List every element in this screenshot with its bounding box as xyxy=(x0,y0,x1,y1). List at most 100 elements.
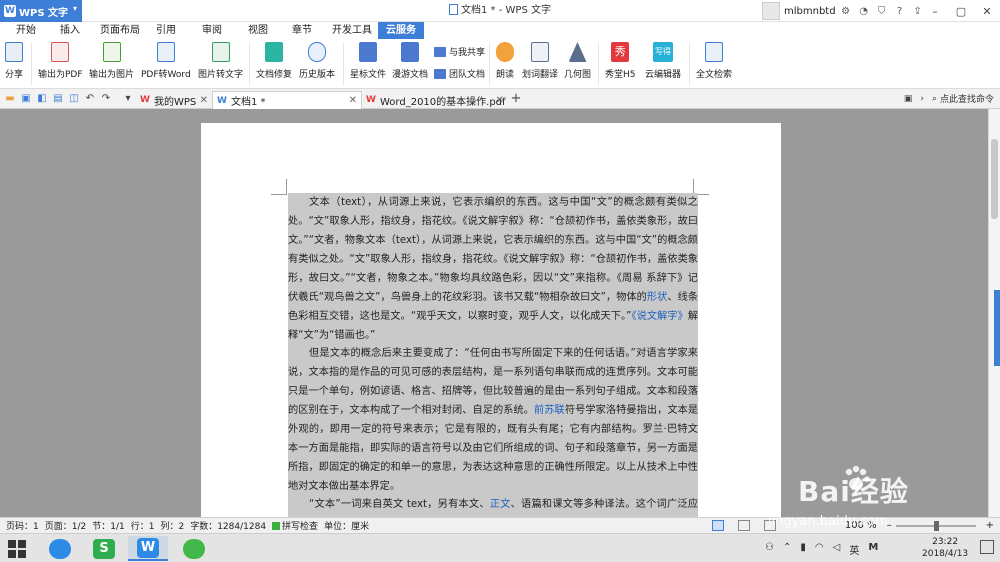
roaming-doc-button[interactable]: 漫游文档 xyxy=(392,42,428,80)
unit-indicator[interactable]: 单位：厘米 xyxy=(324,519,369,532)
shirt-icon[interactable]: ⛉ xyxy=(874,2,890,20)
network-icon[interactable]: ◠ xyxy=(815,542,824,557)
clock[interactable]: 23:22 2018/4/13 xyxy=(922,536,968,560)
ribbon-separator xyxy=(343,43,344,85)
export-image-button[interactable]: 输出为图片 xyxy=(89,42,134,80)
close-icon[interactable]: ✕ xyxy=(974,0,1000,22)
close-tab-icon[interactable]: ✕ xyxy=(349,95,357,106)
link[interactable]: 正文 xyxy=(490,499,511,510)
fulltext-search-icon xyxy=(705,42,723,62)
tab-start[interactable]: 开始 xyxy=(8,22,44,39)
zoom-slider-knob[interactable] xyxy=(933,520,939,531)
link[interactable]: 《说文解字》 xyxy=(631,311,687,322)
shared-with-me-button[interactable]: 与我共享 xyxy=(434,45,485,58)
windows-start-icon[interactable] xyxy=(8,540,26,558)
print-icon[interactable]: ▤ xyxy=(52,93,64,105)
tab-review[interactable]: 审阅 xyxy=(194,22,230,39)
export-pdf-button[interactable]: 输出为PDF xyxy=(38,42,83,80)
tab-document-1[interactable]: W 文档1 * ✕ xyxy=(212,91,362,109)
column-indicator: 列：2 xyxy=(160,522,185,532)
share-button[interactable]: 分享 xyxy=(5,42,23,80)
cloud-editor-button[interactable]: 写得 云编辑器 xyxy=(645,42,681,80)
chevron-down-icon[interactable]: ▾ xyxy=(122,93,134,105)
people-icon[interactable]: ⚇ xyxy=(765,542,774,557)
star-file-button[interactable]: 星标文件 xyxy=(350,42,386,80)
show-hidden-icon[interactable]: ⌃ xyxy=(783,542,791,557)
battery-icon[interactable]: ▮ xyxy=(800,542,806,557)
find-command-box[interactable]: ▣ › ⌕ 点此查找命令 xyxy=(904,92,994,106)
app-menu-button[interactable]: W WPS 文字 ▾ xyxy=(0,0,82,22)
full-screen-view-button[interactable] xyxy=(738,520,750,531)
zoom-in-icon[interactable]: + xyxy=(986,520,994,531)
ime-indicator[interactable]: M xyxy=(868,542,878,557)
geometry-button[interactable]: 几何图 xyxy=(564,42,591,80)
avatar[interactable] xyxy=(762,2,780,20)
zoom-slider[interactable] xyxy=(895,520,976,531)
translate-button[interactable]: 划词翻译 xyxy=(522,42,558,80)
tab-page-layout[interactable]: 页面布局 xyxy=(92,22,148,39)
tab-view[interactable]: 视图 xyxy=(240,22,276,39)
zoom-level[interactable]: 100 % xyxy=(845,520,877,531)
tab-insert[interactable]: 插入 xyxy=(52,22,88,39)
new-tab-button[interactable]: + xyxy=(510,92,522,105)
restore-icon[interactable]: ▢ xyxy=(948,0,974,22)
link[interactable]: 形状 xyxy=(647,292,667,303)
doc-repair-button[interactable]: 文档修复 xyxy=(256,42,292,80)
open-folder-icon[interactable]: ▬ xyxy=(4,93,16,105)
close-tab-icon[interactable]: ✕ xyxy=(200,95,208,106)
tab-references[interactable]: 引用 xyxy=(148,22,184,39)
paragraph-3[interactable]: “文本”一词来自英文 text，另有本文、正文、语篇和课文等多种译法。这个词广泛… xyxy=(288,495,698,517)
side-panel-toggle[interactable] xyxy=(994,290,1000,366)
save-icon[interactable]: ▣ xyxy=(20,93,32,105)
volume-icon[interactable]: ◁ xyxy=(833,542,841,557)
export-icon[interactable]: ◧ xyxy=(36,93,48,105)
shared-with-me-icon xyxy=(434,46,446,57)
chevron-right-icon[interactable]: › xyxy=(920,94,924,104)
tab-developer[interactable]: 开发工具 xyxy=(324,22,380,39)
preview-icon[interactable]: ◫ xyxy=(68,93,80,105)
notification-icon[interactable] xyxy=(980,540,994,554)
undo-icon[interactable]: ↶ xyxy=(84,93,96,105)
image-to-text-button[interactable]: 图片转文字 xyxy=(198,42,243,80)
tab-cloud-service[interactable]: 云服务 xyxy=(378,22,424,39)
tab-pdf-file[interactable]: W Word_2010的基本操作.pdf ✕ xyxy=(362,91,508,109)
document-page[interactable]: 文本（text），从词源上来说，它表示编织的东西。这与中国“文”的概念颇有类似之… xyxy=(201,123,781,517)
tab-chapter[interactable]: 章节 xyxy=(284,22,320,39)
settings-icon[interactable]: ⚙ xyxy=(838,2,854,20)
zoom-out-icon[interactable]: – xyxy=(887,520,892,531)
close-tab-icon[interactable]: ✕ xyxy=(496,95,504,106)
message-icon[interactable]: ◔ xyxy=(856,2,872,20)
window-controls: – ▢ ✕ xyxy=(922,0,1000,22)
wps-spreadsheet-icon[interactable]: S xyxy=(84,536,124,561)
wps-writer-icon[interactable]: W xyxy=(128,536,168,561)
link[interactable]: 前苏联 xyxy=(534,405,565,416)
app-name: WPS 文字 xyxy=(19,7,69,19)
spellcheck-toggle[interactable]: 拼写检查 xyxy=(272,519,318,532)
xiutang-button[interactable]: 秀 秀堂H5 xyxy=(605,42,636,80)
print-layout-view-button[interactable] xyxy=(712,520,724,531)
bookmark-icon[interactable]: ▣ xyxy=(904,94,913,104)
paragraph-1[interactable]: 文本（text），从词源上来说，它表示编织的东西。这与中国“文”的概念颇有类似之… xyxy=(288,193,698,345)
wps-logo-icon: W xyxy=(4,5,16,17)
help-icon[interactable]: ? xyxy=(892,2,908,20)
redo-icon[interactable]: ↷ xyxy=(100,93,112,105)
history-button[interactable]: 历史版本 xyxy=(299,42,335,80)
page-indicator[interactable]: 页码：1 xyxy=(6,519,39,532)
fulltext-search-button[interactable]: 全文检索 xyxy=(696,42,732,80)
input-language[interactable]: 英 xyxy=(849,542,859,557)
tab-my-wps[interactable]: W 我的WPS ✕ xyxy=(136,91,212,109)
team-doc-button[interactable]: 团队文档 xyxy=(434,67,485,80)
username[interactable]: mlbmnbtd xyxy=(784,6,836,17)
minimize-icon[interactable]: – xyxy=(922,0,948,22)
menu-bar: 开始 插入 页面布局 引用 审阅 视图 章节 开发工具 云服务 xyxy=(0,22,1000,39)
read-aloud-button[interactable]: 朗读 xyxy=(496,42,514,80)
pdf-to-word-button[interactable]: PDF转Word xyxy=(141,42,191,80)
web-layout-view-button[interactable] xyxy=(764,520,776,531)
geometry-icon xyxy=(568,42,587,62)
clock-time: 23:22 xyxy=(932,537,959,547)
word-count[interactable]: 字数：1284/1284 xyxy=(190,519,266,532)
scrollbar-thumb[interactable] xyxy=(991,139,998,219)
wechat-icon[interactable] xyxy=(174,536,214,561)
browser-app-icon[interactable] xyxy=(40,536,80,561)
paragraph-2[interactable]: 但是文本的概念后来主要变成了：“任何由书写所固定下来的任何话语。”对语言学家来说… xyxy=(288,344,698,496)
